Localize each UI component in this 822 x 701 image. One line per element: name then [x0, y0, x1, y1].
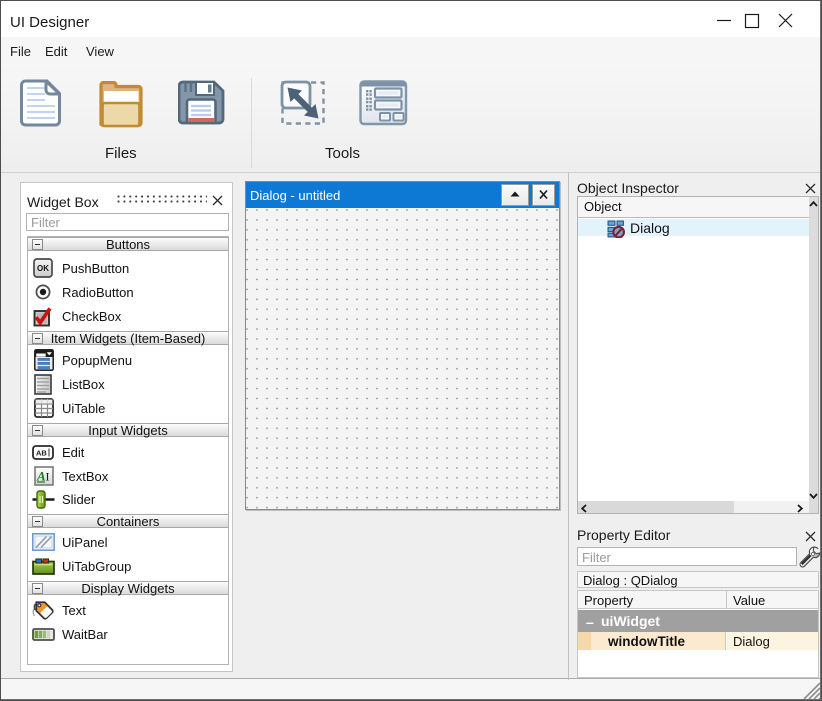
svg-text:I: I: [46, 470, 50, 484]
svg-text:AB: AB: [36, 449, 47, 458]
svg-text:OK: OK: [37, 264, 49, 273]
svg-text:A: A: [36, 469, 46, 484]
